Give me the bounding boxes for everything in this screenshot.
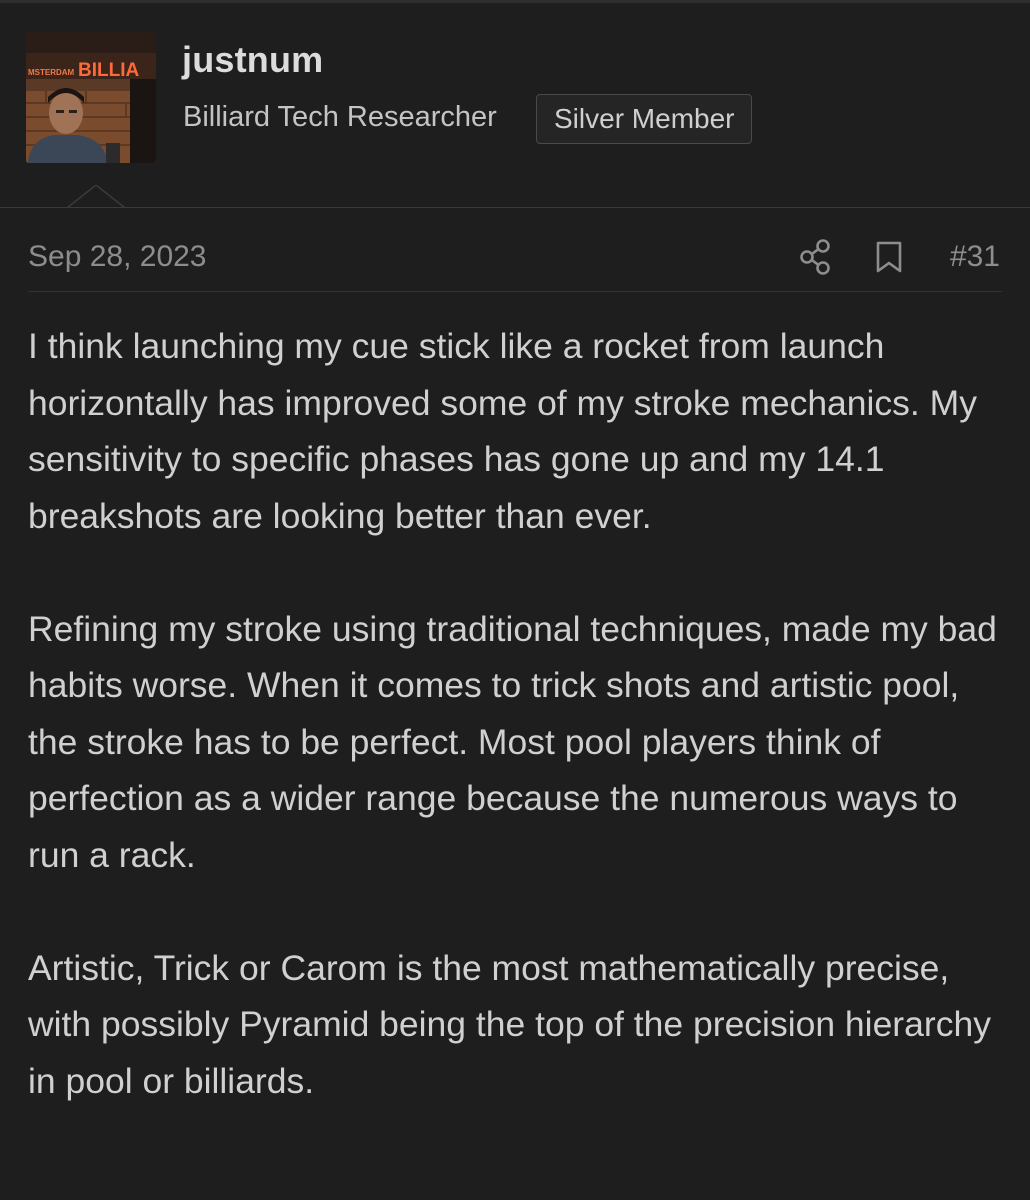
post-paragraph: Refining my stroke using traditional tec… [28, 608, 997, 875]
post-body: I think launching my cue stick like a ro… [28, 318, 1008, 1109]
post-date[interactable]: Sep 28, 2023 [28, 240, 207, 274]
username[interactable]: justnum [182, 39, 323, 81]
post-number-link[interactable]: #31 [950, 240, 1000, 274]
meta-divider [28, 291, 1002, 292]
header-divider [0, 207, 1030, 208]
avatar-sign-small: MSTERDAM [28, 68, 75, 77]
post-paragraph: I think launching my cue stick like a ro… [28, 326, 977, 536]
user-title: Billiard Tech Researcher [183, 101, 497, 133]
avatar-image: MSTERDAM BILLIA [26, 31, 156, 163]
post-paragraph: Artistic, Trick or Carom is the most mat… [28, 947, 991, 1101]
message-pointer-arrow [67, 185, 125, 209]
avatar[interactable]: MSTERDAM BILLIA [26, 31, 156, 163]
member-badge: Silver Member [536, 94, 753, 144]
share-icon [800, 239, 830, 275]
bookmark-icon [876, 241, 902, 273]
share-button[interactable] [796, 236, 838, 278]
post-user-header: MSTERDAM BILLIA justnum Billiard Tech Re… [0, 3, 1030, 208]
avatar-sign-large: BILLIA [78, 60, 139, 81]
bookmark-button[interactable] [870, 236, 908, 278]
